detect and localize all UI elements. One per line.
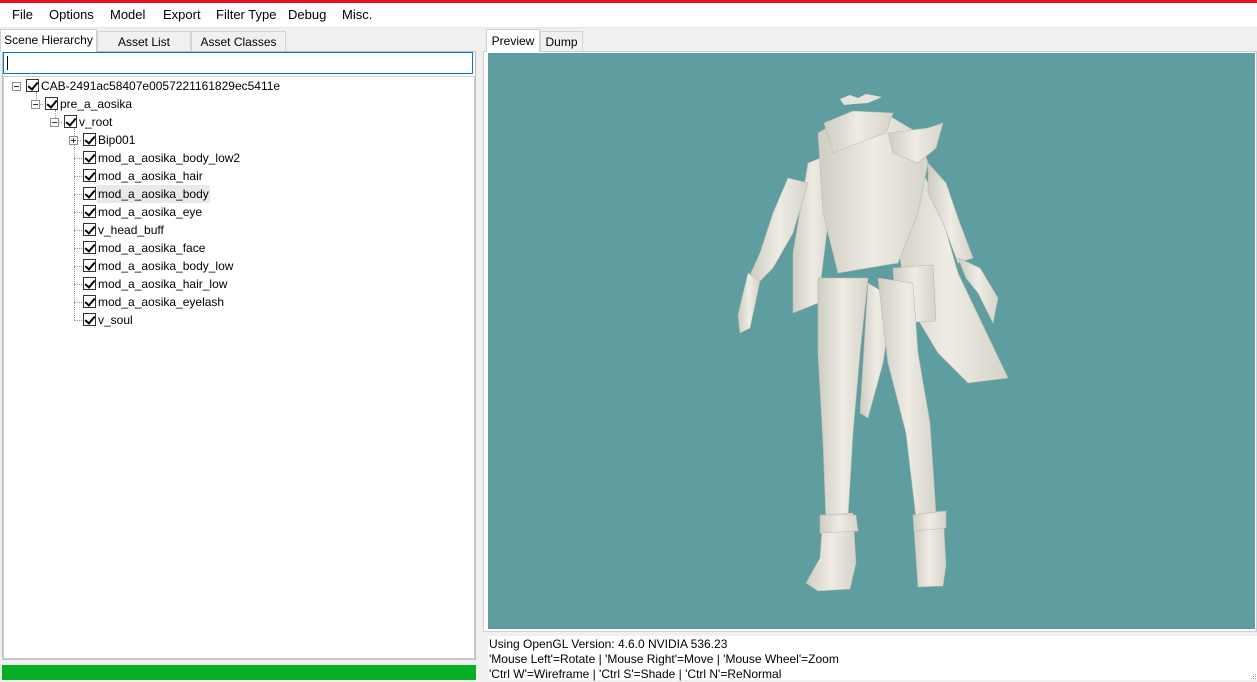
node-checkbox[interactable]: [45, 97, 58, 110]
menu-filter-type[interactable]: Filter Type: [216, 7, 276, 23]
hand-left: [737, 272, 761, 334]
collapse-icon[interactable]: [12, 82, 21, 91]
model-render: [737, 94, 1009, 592]
tree-node-leaf[interactable]: v_soul: [0, 311, 470, 329]
tree-node-pre-a-aosika[interactable]: pre_a_aosika: [0, 95, 470, 113]
menu-file[interactable]: File: [12, 7, 33, 23]
leg-left: [817, 277, 869, 522]
node-checkbox[interactable]: [83, 295, 96, 308]
tab-preview[interactable]: Preview: [486, 29, 540, 52]
tree-node-leaf[interactable]: mod_a_aosika_eyelash: [0, 293, 470, 311]
tree-node-leaf[interactable]: mod_a_aosika_hair_low: [0, 275, 470, 293]
floating-fragment: [840, 94, 882, 105]
node-checkbox[interactable]: [83, 277, 96, 290]
tree-node-label: CAB-2491ac58407e0057221161829ec5411e: [41, 79, 281, 93]
tree-node-root[interactable]: CAB-2491ac58407e0057221161829ec5411e: [0, 77, 470, 95]
tree-node-leaf[interactable]: mod_a_aosika_body_low: [0, 257, 470, 275]
mouse-controls-hint: 'Mouse Left'=Rotate | 'Mouse Right'=Move…: [489, 652, 839, 666]
tab-asset-classes[interactable]: Asset Classes: [191, 31, 286, 51]
tab-dump[interactable]: Dump: [540, 31, 583, 51]
collapse-icon[interactable]: [50, 118, 59, 127]
menu-debug[interactable]: Debug: [288, 7, 326, 23]
progress-bar: [2, 665, 476, 680]
node-checkbox[interactable]: [83, 241, 96, 254]
tree-node-label: mod_a_aosika_body_low2: [98, 151, 241, 165]
node-checkbox[interactable]: [64, 115, 77, 128]
tree-node-v-root[interactable]: v_root: [0, 113, 470, 131]
tree-node-label: mod_a_aosika_eyelash: [98, 295, 225, 309]
menu-misc[interactable]: Misc.: [342, 7, 372, 23]
tree-node-label: pre_a_aosika: [60, 97, 133, 111]
expand-icon[interactable]: [69, 136, 78, 145]
menu-export[interactable]: Export: [163, 7, 201, 23]
tree-node-label: mod_a_aosika_hair: [98, 169, 203, 183]
tree-node-label: mod_a_aosika_eye: [98, 205, 203, 219]
menu-bar: File Options Model Export Filter Type De…: [0, 3, 1257, 28]
tree-node-leaf[interactable]: v_head_buff: [0, 221, 470, 239]
tree-node-label: Bip001: [98, 133, 136, 147]
node-checkbox[interactable]: [83, 223, 96, 236]
node-checkbox[interactable]: [83, 313, 96, 326]
menu-model[interactable]: Model: [110, 7, 145, 23]
status-panel: Using OpenGL Version: 4.6.0 NVIDIA 536.2…: [488, 636, 1257, 681]
tab-scene-hierarchy[interactable]: Scene Hierarchy: [0, 29, 97, 52]
tree-node-leaf[interactable]: mod_a_aosika_eye: [0, 203, 470, 221]
text-caret: [7, 56, 8, 70]
tree-node-leaf[interactable]: mod_a_aosika_hair: [0, 167, 470, 185]
node-checkbox[interactable]: [83, 151, 96, 164]
tree-node-label: v_soul: [98, 313, 133, 327]
tree-node-label: mod_a_aosika_hair_low: [98, 277, 228, 291]
tree-node-label: mod_a_aosika_body_low: [98, 259, 234, 273]
tree-node-label: v_root: [79, 115, 113, 129]
tree-node-leaf[interactable]: mod_a_aosika_body_low2: [0, 149, 470, 167]
collapse-icon[interactable]: [31, 100, 40, 109]
node-checkbox[interactable]: [83, 133, 96, 146]
boot-cuff-left: [819, 514, 859, 534]
node-checkbox[interactable]: [83, 187, 96, 200]
node-checkbox[interactable]: [83, 205, 96, 218]
tree-node-label: mod_a_aosika_body: [97, 185, 210, 203]
tree-node-label: mod_a_aosika_face: [98, 241, 206, 255]
tree-node-label: v_head_buff: [98, 223, 164, 237]
opengl-version-text: Using OpenGL Version: 4.6.0 NVIDIA 536.2…: [489, 637, 728, 651]
tree-node-bip001[interactable]: Bip001: [0, 131, 470, 149]
tab-asset-list[interactable]: Asset List: [97, 31, 191, 51]
tree-node-leaf[interactable]: mod_a_aosika_face: [0, 239, 470, 257]
menu-options[interactable]: Options: [49, 7, 94, 23]
tree-node-leaf-selected[interactable]: mod_a_aosika_body: [0, 185, 470, 203]
node-checkbox[interactable]: [83, 259, 96, 272]
node-checkbox[interactable]: [26, 79, 39, 92]
opengl-viewport[interactable]: [488, 53, 1255, 629]
node-checkbox[interactable]: [83, 169, 96, 182]
resize-grip-icon[interactable]: [1249, 672, 1257, 680]
search-input[interactable]: [3, 52, 473, 74]
